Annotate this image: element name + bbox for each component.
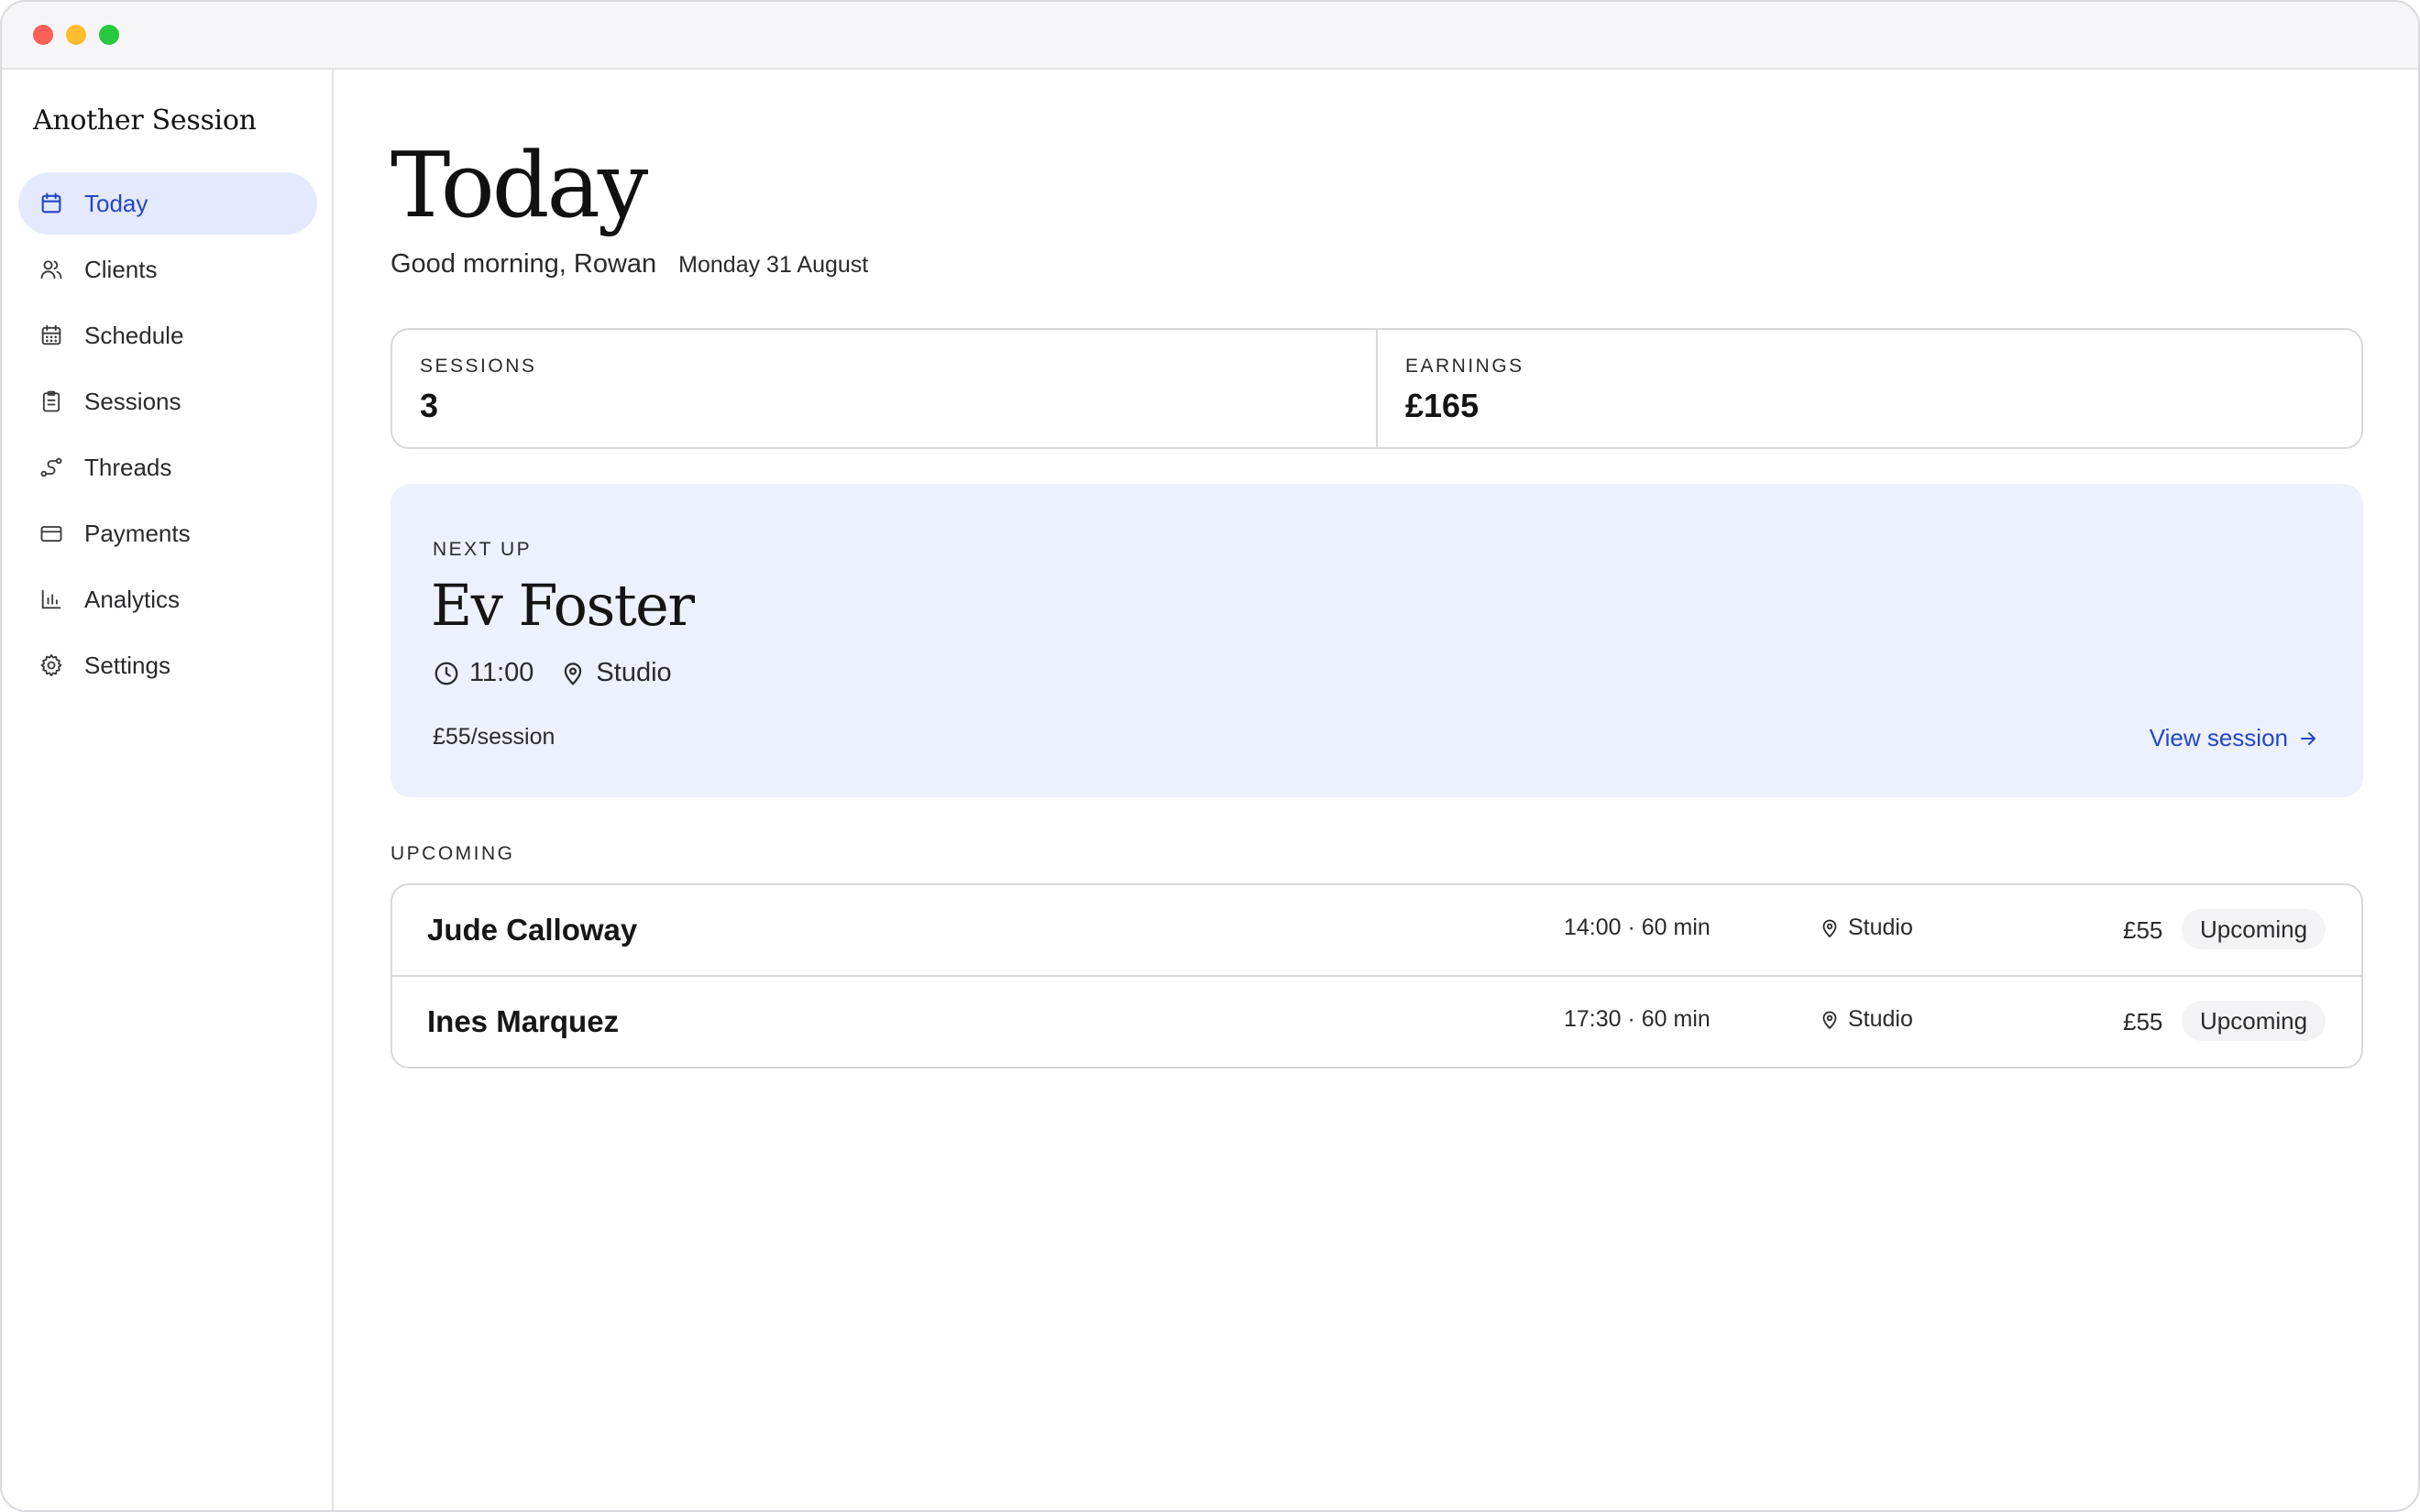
- next-up-client-name: Ev Foster: [431, 572, 695, 639]
- location-pin-icon: [1819, 917, 1841, 939]
- sidebar-item-label: Clients: [84, 255, 158, 283]
- current-date: Monday 31 August: [678, 252, 869, 278]
- earnings-stat-value: £165: [1405, 387, 1480, 424]
- sidebar-item-sessions[interactable]: Sessions: [18, 370, 317, 433]
- app-window: Another Session Today Clients Schedule S…: [0, 0, 2420, 1512]
- sessions-stat: SESSIONS 3: [392, 330, 1376, 447]
- upcoming-section-label: UPCOMING: [390, 843, 515, 864]
- sidebar-item-label: Schedule: [84, 321, 184, 349]
- location-pin-icon: [559, 660, 587, 687]
- calendar-icon: [38, 191, 64, 216]
- next-up-time: 11:00: [469, 658, 534, 687]
- client-name: Jude Calloway: [427, 913, 638, 947]
- greeting-row: Good morning, Rowan Monday 31 August: [390, 249, 868, 279]
- minimize-window-button[interactable]: [66, 25, 86, 45]
- session-price: £55: [2123, 916, 2163, 944]
- greeting-text: Good morning, Rowan: [390, 249, 657, 279]
- clock-icon: [433, 660, 460, 687]
- session-time: 17:30 · 60 min: [1564, 1006, 1710, 1032]
- client-name: Ines Marquez: [427, 1004, 620, 1038]
- sidebar-item-label: Settings: [84, 651, 170, 679]
- main-content: Today Good morning, Rowan Monday 31 Augu…: [334, 70, 2418, 1510]
- session-price: £55: [2123, 1008, 2163, 1035]
- close-window-button[interactable]: [33, 25, 53, 45]
- sidebar-item-schedule[interactable]: Schedule: [18, 304, 317, 367]
- next-up-card: NEXT UP Ev Foster 11:00 Studio £55/sessi…: [390, 484, 2363, 797]
- earnings-stat: EARNINGS £165: [1376, 330, 2361, 447]
- title-bar: [2, 2, 2418, 70]
- status-badge: Upcoming: [2182, 1001, 2326, 1041]
- upcoming-row[interactable]: Jude Calloway 14:00 · 60 min Studio £55 …: [392, 885, 2361, 975]
- card-icon: [38, 520, 64, 546]
- gear-icon: [38, 652, 64, 678]
- view-session-link[interactable]: View session: [2150, 724, 2319, 752]
- clipboard-icon: [38, 389, 64, 414]
- page-title: Today: [390, 134, 648, 238]
- sidebar-item-label: Threads: [84, 453, 172, 481]
- sidebar-item-label: Analytics: [84, 585, 181, 613]
- next-up-location: Studio: [596, 658, 672, 687]
- zoom-window-button[interactable]: [99, 25, 119, 45]
- session-time: 14:00 · 60 min: [1564, 915, 1710, 940]
- arrow-right-icon: [2297, 728, 2319, 750]
- view-session-label: View session: [2149, 724, 2288, 751]
- brand-name: Another Session: [33, 104, 257, 137]
- next-up-label: NEXT UP: [433, 539, 533, 560]
- session-location-label: Studio: [1848, 915, 1913, 940]
- sidebar-item-payments[interactable]: Payments: [18, 502, 317, 564]
- session-location: Studio: [1819, 915, 1913, 941]
- upcoming-row[interactable]: Ines Marquez 17:30 · 60 min Studio £55 U…: [392, 975, 2361, 1067]
- sidebar-item-settings[interactable]: Settings: [18, 634, 317, 696]
- location-pin-icon: [1819, 1009, 1841, 1031]
- schedule-icon: [38, 323, 64, 348]
- earnings-stat-label: EARNINGS: [1405, 356, 1524, 377]
- next-up-rate: £55/session: [433, 724, 556, 750]
- status-badge: Upcoming: [2182, 909, 2326, 949]
- sidebar-item-threads[interactable]: Threads: [18, 436, 317, 499]
- next-up-meta: 11:00 Studio: [433, 658, 672, 688]
- sidebar-item-label: Today: [84, 189, 148, 217]
- sidebar-item-today[interactable]: Today: [18, 172, 317, 235]
- sidebar-item-label: Sessions: [84, 387, 182, 415]
- session-location: Studio: [1819, 1006, 1913, 1033]
- sessions-stat-value: 3: [420, 387, 439, 424]
- stats-panel: SESSIONS 3 EARNINGS £165: [390, 328, 2363, 449]
- session-location-label: Studio: [1848, 1006, 1913, 1032]
- sidebar: Another Session Today Clients Schedule S…: [2, 70, 334, 1510]
- upcoming-list: Jude Calloway 14:00 · 60 min Studio £55 …: [390, 883, 2363, 1068]
- sidebar-item-label: Payments: [84, 519, 191, 547]
- users-icon: [38, 257, 64, 282]
- sidebar-item-clients[interactable]: Clients: [18, 238, 317, 301]
- threads-icon: [38, 455, 64, 480]
- bar-chart-icon: [38, 586, 64, 612]
- sessions-stat-label: SESSIONS: [420, 356, 537, 377]
- sidebar-item-analytics[interactable]: Analytics: [18, 568, 317, 630]
- sidebar-nav: Today Clients Schedule Sessions Threads …: [18, 172, 317, 700]
